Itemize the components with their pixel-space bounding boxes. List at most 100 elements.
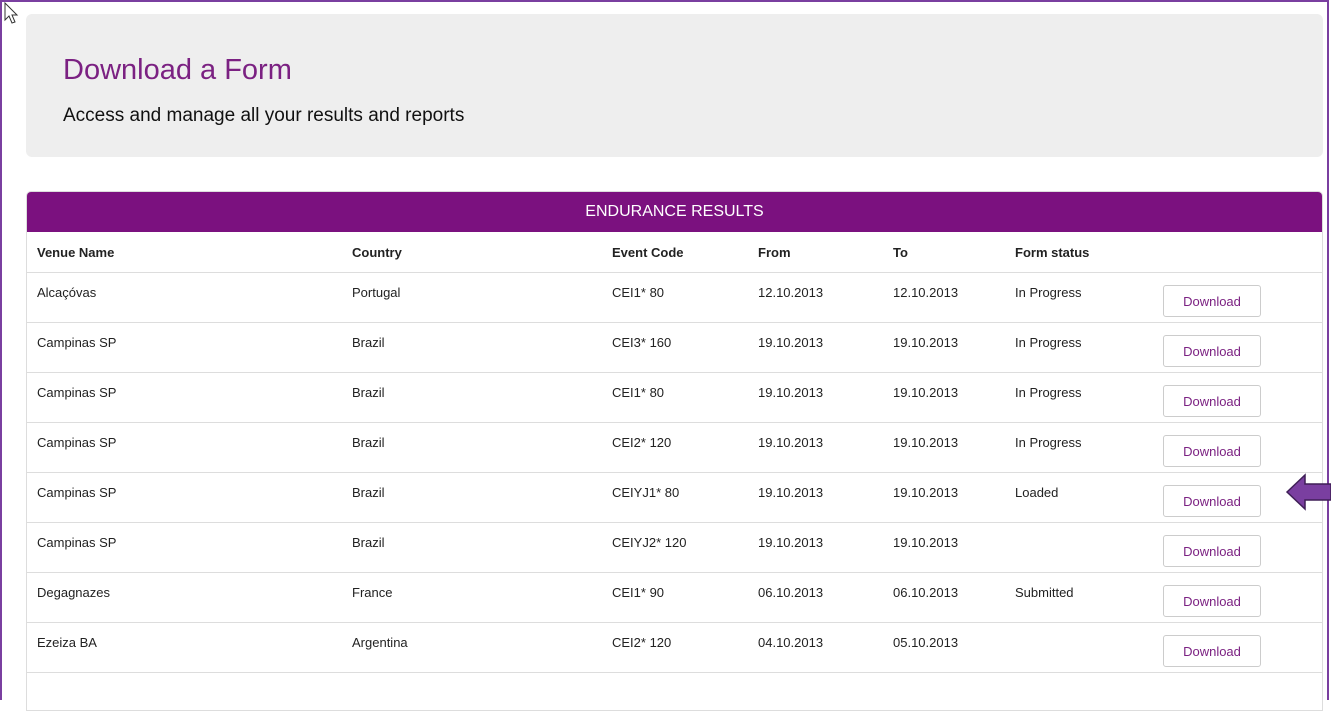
venue-name: Alcaçóvas — [37, 285, 97, 300]
left-arrow-icon — [1285, 473, 1331, 511]
table-row: Alcaçóvas Portugal CEI1* 80 12.10.2013 1… — [27, 272, 1322, 323]
venue-name: Campinas SP — [37, 535, 117, 550]
column-header-action — [1150, 232, 1322, 273]
action-cell: Download — [1150, 522, 1322, 573]
event-code-cell: CEI1* 90 — [602, 572, 748, 623]
event-code: CEI1* 90 — [612, 585, 665, 600]
country-cell: Brazil — [342, 522, 602, 573]
column-header-to[interactable]: To — [883, 232, 1005, 273]
country-name: Brazil — [352, 385, 385, 400]
form-status: In Progress — [1015, 435, 1082, 450]
event-code: CEI1* 80 — [612, 285, 665, 300]
from-cell: 12.10.2013 — [748, 272, 883, 323]
from-date: 19.10.2013 — [758, 335, 824, 350]
download-button[interactable]: Download — [1163, 284, 1261, 317]
download-button[interactable]: Download — [1163, 584, 1261, 617]
mouse-pointer-icon — [4, 2, 19, 24]
form-status: Submitted — [1015, 585, 1074, 600]
venue-name: Campinas SP — [37, 435, 117, 450]
country-cell: Brazil — [342, 472, 602, 523]
action-cell: Download — [1150, 272, 1322, 323]
download-button[interactable]: Download — [1163, 384, 1261, 417]
action-cell: Download — [1150, 622, 1322, 673]
event-code: CEI2* 120 — [612, 435, 672, 450]
table-row: Campinas SP Brazil CEI3* 160 19.10.2013 … — [27, 322, 1322, 373]
column-header-from[interactable]: From — [748, 232, 883, 273]
event-code-cell: CEI3* 160 — [602, 322, 748, 373]
action-cell: Download — [1150, 422, 1322, 473]
page-title: Download a Form — [63, 54, 292, 86]
column-header-status[interactable]: Form status — [1005, 232, 1150, 273]
form-status — [1015, 623, 1150, 635]
to-date: 19.10.2013 — [893, 435, 959, 450]
venue-name: Campinas SP — [37, 385, 117, 400]
to-date: 19.10.2013 — [893, 385, 959, 400]
column-header-event-code[interactable]: Event Code — [602, 232, 748, 273]
country-name: Portugal — [352, 285, 401, 300]
to-cell: 19.10.2013 — [883, 372, 1005, 423]
venue-name: Campinas SP — [37, 335, 117, 350]
venue-cell: Alcaçóvas — [27, 272, 342, 323]
status-cell: Loaded — [1005, 472, 1150, 523]
status-cell: In Progress — [1005, 272, 1150, 323]
from-date: 19.10.2013 — [758, 385, 824, 400]
country-name: Argentina — [352, 635, 408, 650]
venue-cell: Degagnazes — [27, 572, 342, 623]
page-header: Download a Form Access and manage all yo… — [26, 14, 1323, 157]
event-code-cell: CEIYJ1* 80 — [602, 472, 748, 523]
event-code: CEI2* 120 — [612, 635, 672, 650]
event-code-cell: CEI2* 120 — [602, 622, 748, 673]
to-cell: 06.10.2013 — [883, 572, 1005, 623]
country-name: France — [352, 585, 393, 600]
venue-cell: Campinas SP — [27, 472, 342, 523]
to-cell: 12.10.2013 — [883, 272, 1005, 323]
to-cell: 19.10.2013 — [883, 472, 1005, 523]
country-name: Brazil — [352, 335, 385, 350]
to-cell: 19.10.2013 — [883, 522, 1005, 573]
download-button[interactable]: Download — [1163, 334, 1261, 367]
country-cell: Portugal — [342, 272, 602, 323]
table-row: Campinas SP Brazil CEIYJ2* 120 19.10.201… — [27, 522, 1322, 573]
to-date: 19.10.2013 — [893, 535, 959, 550]
to-date: 19.10.2013 — [893, 485, 959, 500]
country-cell: Brazil — [342, 422, 602, 473]
status-cell: In Progress — [1005, 322, 1150, 373]
table-row: Ezeiza BA Argentina CEI2* 120 04.10.2013… — [27, 622, 1322, 673]
form-status: In Progress — [1015, 385, 1082, 400]
form-status: Loaded — [1015, 485, 1059, 500]
country-cell: Brazil — [342, 372, 602, 423]
event-code: CEI1* 80 — [612, 385, 665, 400]
page-subtitle: Access and manage all your results and r… — [63, 105, 465, 126]
from-cell: 19.10.2013 — [748, 372, 883, 423]
country-cell: France — [342, 572, 602, 623]
to-cell: 19.10.2013 — [883, 422, 1005, 473]
from-cell: 19.10.2013 — [748, 322, 883, 373]
event-code-cell: CEI2* 120 — [602, 422, 748, 473]
column-header-country[interactable]: Country — [342, 232, 602, 273]
event-code: CEI3* 160 — [612, 335, 672, 350]
venue-name: Ezeiza BA — [37, 635, 97, 650]
column-header-venue[interactable]: Venue Name — [27, 232, 342, 273]
from-date: 06.10.2013 — [758, 585, 824, 600]
venue-cell: Campinas SP — [27, 372, 342, 423]
download-button[interactable]: Download — [1163, 534, 1261, 567]
form-status: In Progress — [1015, 335, 1082, 350]
event-code: CEIYJ1* 80 — [612, 485, 680, 500]
form-status: In Progress — [1015, 285, 1082, 300]
action-cell: Download — [1150, 572, 1322, 623]
status-cell: In Progress — [1005, 422, 1150, 473]
download-button[interactable]: Download — [1163, 484, 1261, 517]
venue-cell: Campinas SP — [27, 422, 342, 473]
from-date: 04.10.2013 — [758, 635, 824, 650]
download-button[interactable]: Download — [1163, 434, 1261, 467]
download-button[interactable]: Download — [1163, 634, 1261, 667]
to-date: 05.10.2013 — [893, 635, 959, 650]
from-cell: 06.10.2013 — [748, 572, 883, 623]
venue-name: Degagnazes — [37, 585, 110, 600]
venue-cell: Campinas SP — [27, 322, 342, 373]
venue-cell: Ezeiza BA — [27, 622, 342, 673]
venue-name: Campinas SP — [37, 485, 117, 500]
event-code-cell: CEI1* 80 — [602, 372, 748, 423]
from-cell: 04.10.2013 — [748, 622, 883, 673]
results-panel: ENDURANCE RESULTS Venue Name Country Eve… — [26, 191, 1323, 711]
